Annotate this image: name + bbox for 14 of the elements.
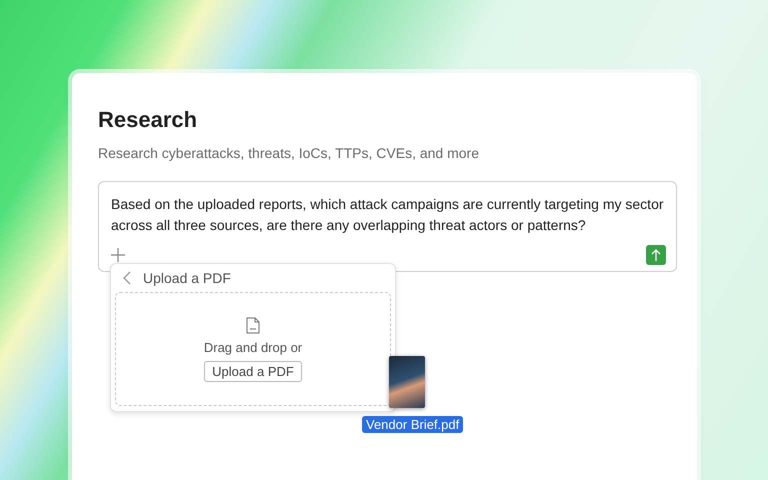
send-button[interactable] [646,245,666,265]
file-name-label: Vendor Brief.pdf [362,416,464,433]
page-title: Research [98,107,198,133]
pdf-file-icon [246,316,260,334]
prompt-text: Based on the uploaded reports, which attack campaigns are currently targeting my sector across all three sources, are there any overlapping threat actors or patterns? [111,195,665,235]
page-subtitle: Research cyberattacks, threats, IoCs, TTPs, CVEs, and more [98,145,480,161]
arrow-up-icon [651,249,661,261]
document-thumbnail[interactable] [389,356,425,408]
upload-button[interactable]: Upload a PDF [204,360,302,382]
menu-title: Upload a PDF [143,270,231,286]
drop-text: Drag and drop or [204,340,302,354]
plus-icon[interactable] [111,248,125,262]
back-chevron-icon[interactable] [123,271,131,285]
drop-zone[interactable]: Drag and drop or Upload a PDF [115,292,391,406]
